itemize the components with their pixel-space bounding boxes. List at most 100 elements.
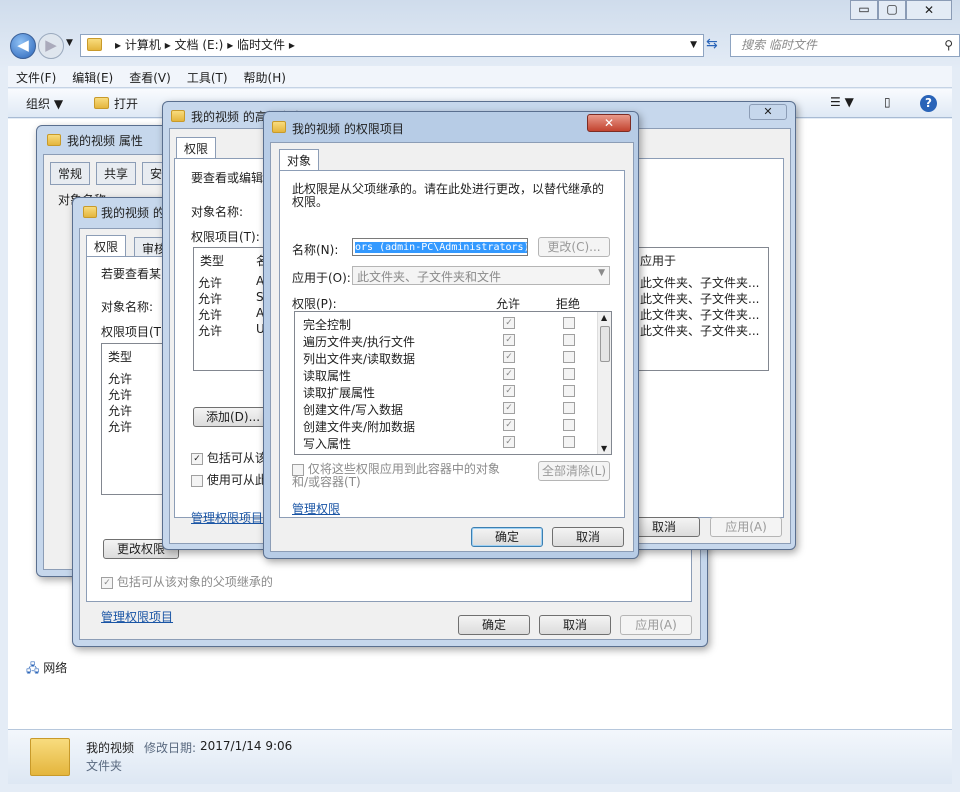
perm-item-label: 读取属性 (303, 369, 352, 383)
adv1-include-label: 包括可从该对象的父项继承的 (116, 575, 273, 589)
perm-item-label: 创建文件/写入数据 (303, 403, 404, 417)
tab-permissions[interactable]: 权限 (176, 137, 217, 159)
list-item[interactable]: 创建文件夹/附加数据 ✓ (303, 418, 593, 435)
address-dropdown-icon[interactable]: ▼ (690, 35, 697, 56)
permission-entry-dialog: 我的视频 的权限项目 ✕ 对象 此权限是从父项继承的。请在此处进行更改，以替代继… (263, 111, 639, 559)
scrollbar[interactable]: ▲ ▼ (597, 312, 611, 454)
adv2-use-checkbox[interactable]: 使用可从此 (191, 471, 267, 488)
perm-item-label: 创建文件夹/附加数据 (303, 420, 416, 434)
perm-item-label: 读取扩展属性 (303, 386, 376, 400)
list-item[interactable]: 允许 (108, 370, 132, 387)
close-button[interactable]: ✕ (906, 0, 952, 20)
list-item[interactable]: 完全控制 ✓ (303, 316, 593, 333)
sidebar-item-network[interactable]: 🖧 网络 (26, 659, 67, 680)
list-item[interactable]: 读取扩展属性 ✓ (303, 384, 593, 401)
menu-tools[interactable]: 工具(T) (179, 66, 236, 89)
manage-permissions-link[interactable]: 管理权限 (292, 500, 340, 517)
list-item[interactable]: 列出文件夹/读取数据 ✓ (303, 350, 593, 367)
perm-item-label: 写入属性 (303, 437, 352, 451)
perm-list[interactable]: 完全控制 ✓ 遍历文件夹/执行文件 ✓ 列出文件夹/读取数据 ✓ 读取属性 ✓ (294, 311, 612, 455)
search-input[interactable]: 搜索 临时文件 ⚲ (730, 34, 960, 57)
menu-help[interactable]: 帮助(H) (236, 66, 294, 89)
menu-view[interactable]: 查看(V) (121, 66, 179, 89)
deny-checkbox[interactable] (563, 419, 575, 431)
adv1-cancel-button[interactable]: 取消 (539, 615, 611, 635)
allow-checkbox[interactable]: ✓ (503, 402, 515, 414)
deny-checkbox[interactable] (563, 317, 575, 329)
list-item[interactable]: 读取属性 ✓ (303, 367, 593, 384)
change-button[interactable]: 更改(C)... (538, 237, 610, 257)
list-item[interactable]: 允许 (108, 418, 132, 435)
scroll-down-icon[interactable]: ▼ (601, 444, 607, 453)
tab-general[interactable]: 常规 (50, 162, 91, 185)
deny-checkbox[interactable] (563, 368, 575, 380)
deny-checkbox[interactable] (563, 351, 575, 363)
refresh-icon[interactable]: ⇆ (706, 36, 718, 52)
allow-checkbox[interactable]: ✓ (503, 334, 515, 346)
adv1-manage-link[interactable]: 管理权限项目 (101, 608, 173, 625)
folder-icon (47, 134, 61, 146)
allow-checkbox[interactable]: ✓ (503, 368, 515, 380)
tab-permissions[interactable]: 权限 (86, 235, 127, 257)
help-icon[interactable]: ? (920, 95, 937, 112)
adv1-apply-button[interactable]: 应用(A) (620, 615, 692, 635)
tab-object[interactable]: 对象 (279, 149, 320, 171)
perm-cancel-button[interactable]: 取消 (552, 527, 624, 547)
maximize-button[interactable]: ▢ (878, 0, 906, 20)
adv2-include-checkbox[interactable]: ✓ 包括可从该 (191, 449, 267, 466)
adv1-ok-button[interactable]: 确定 (458, 615, 530, 635)
checkbox-icon (191, 474, 203, 487)
col-type: 类型 (200, 254, 225, 268)
properties-title: 我的视频 属性 (67, 134, 143, 148)
perm-ok-button[interactable]: 确定 (471, 527, 543, 547)
back-icon[interactable]: ◀ (10, 33, 36, 59)
adv2-object-label: 对象名称: (191, 205, 244, 219)
list-item[interactable]: 遍历文件夹/执行文件 ✓ (303, 333, 593, 350)
adv2-close-icon[interactable]: ✕ (749, 104, 787, 120)
minimize-button[interactable]: ▭ (850, 0, 878, 20)
adv2-apply-button[interactable]: 应用(A) (710, 517, 782, 537)
breadcrumb-folder[interactable]: 临时文件 (237, 38, 285, 52)
apply-to-select[interactable]: 此文件夹、子文件夹和文件 ▼ (352, 266, 610, 285)
deny-checkbox[interactable] (563, 385, 575, 397)
allow-checkbox[interactable]: ✓ (503, 385, 515, 397)
allow-checkbox[interactable]: ✓ (503, 419, 515, 431)
list-item[interactable]: 允许 (108, 386, 132, 403)
only-apply-checkbox[interactable]: 仅将这些权限应用到此容器中的对象和/或容器(T) (292, 463, 512, 488)
deny-checkbox[interactable] (563, 334, 575, 346)
open-button[interactable]: 打开 (114, 95, 138, 112)
scroll-up-icon[interactable]: ▲ (601, 313, 607, 322)
name-value: ors (admin-PC\Administrators) (355, 242, 528, 253)
open-icon (94, 97, 109, 109)
history-dropdown-icon[interactable]: ▼ (66, 38, 73, 48)
breadcrumb-computer[interactable]: 计算机 (125, 38, 161, 52)
network-icon: 🖧 (26, 661, 40, 675)
list-item[interactable]: 允许 (108, 402, 132, 419)
add-button[interactable]: 添加(D)... (193, 407, 273, 427)
deny-checkbox[interactable] (563, 402, 575, 414)
preview-pane-icon[interactable]: ▯ (884, 95, 891, 109)
allow-checkbox[interactable]: ✓ (503, 351, 515, 363)
address-bar[interactable]: ▸ 计算机 ▸ 文档 (E:) ▸ 临时文件 ▸ ▼ (80, 34, 704, 57)
list-item[interactable]: 写入属性 ✓ (303, 435, 593, 452)
perm-title: 我的视频 的权限项目 (292, 122, 404, 136)
allow-checkbox[interactable]: ✓ (503, 317, 515, 329)
perm-close-icon[interactable]: ✕ (587, 114, 631, 132)
search-icon[interactable]: ⚲ (944, 35, 953, 56)
views-icon[interactable]: ☰ ▼ (830, 95, 854, 109)
organize-button[interactable]: 组织 ▼ (26, 95, 63, 112)
adv1-include-checkbox[interactable]: ✓ 包括可从该对象的父项继承的 (101, 573, 273, 590)
menu-edit[interactable]: 编辑(E) (64, 66, 121, 89)
scroll-thumb[interactable] (600, 326, 610, 362)
allow-checkbox[interactable]: ✓ (503, 436, 515, 448)
deny-checkbox[interactable] (563, 436, 575, 448)
perm-desc: 此权限是从父项继承的。请在此处进行更改，以替代继承的权限。 (292, 182, 605, 209)
list-item[interactable]: 创建文件/写入数据 ✓ (303, 401, 593, 418)
breadcrumb-drive[interactable]: 文档 (E:) (175, 38, 224, 52)
forward-icon[interactable]: ▶ (38, 33, 64, 59)
adv2-manage-link[interactable]: 管理权限项目 (191, 509, 263, 526)
tab-sharing[interactable]: 共享 (96, 162, 137, 185)
menu-file[interactable]: 文件(F) (8, 66, 64, 89)
name-field[interactable]: ors (admin-PC\Administrators) (352, 238, 528, 256)
clear-all-button[interactable]: 全部清除(L) (538, 461, 610, 481)
